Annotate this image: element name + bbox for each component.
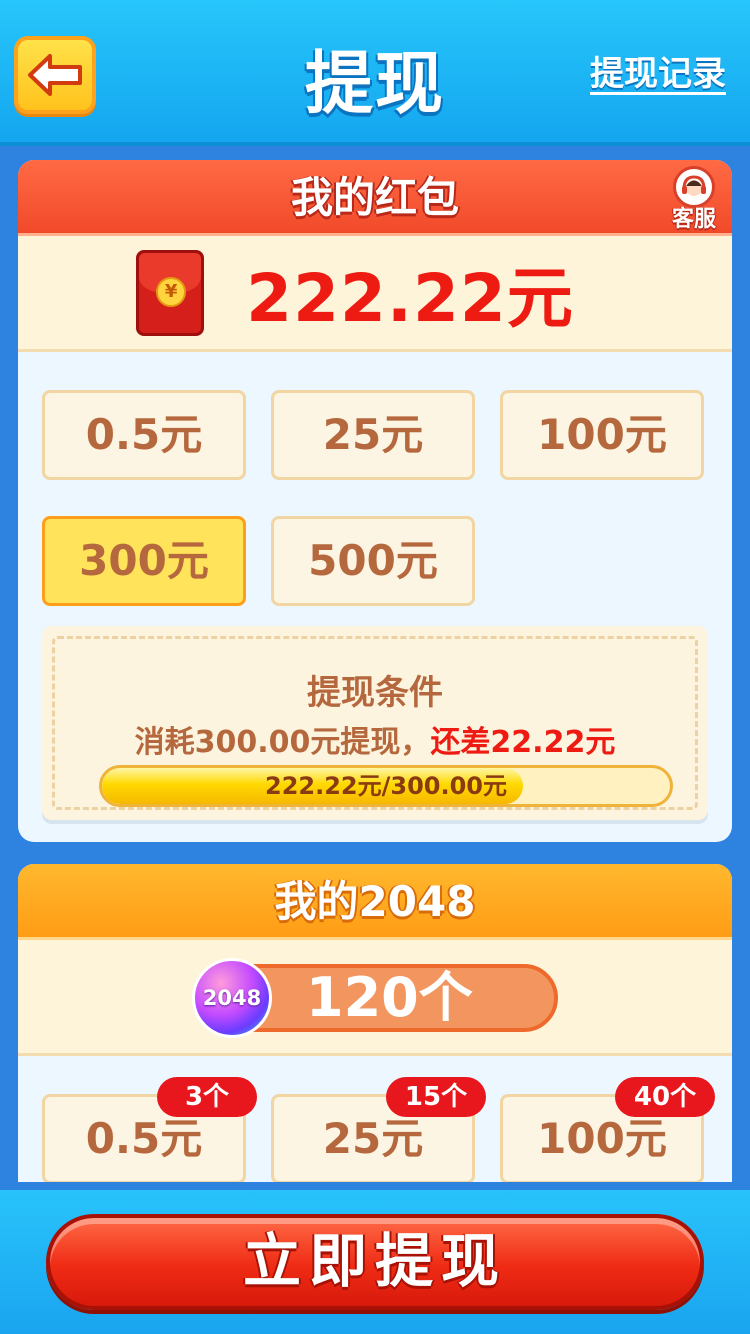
conditions-text: 消耗300.00元提现，还差22.22元: [55, 717, 695, 761]
red-packet-balance: 222.22元: [246, 259, 574, 337]
customer-service-button[interactable]: 客服: [662, 166, 726, 232]
withdraw-now-button[interactable]: 立即提现: [46, 1214, 704, 1310]
red-envelope-icon: ¥: [136, 249, 205, 336]
tiles-title: 我的2048: [274, 877, 476, 926]
tile-option-label: 25元: [322, 1114, 424, 1163]
tile-option-label: 0.5元: [85, 1114, 203, 1163]
tiles-panel: 我的2048 120个 2048 0.5元 3个 25元 15个 100元 40…: [18, 864, 732, 1182]
balance-band: ¥ 222.22元: [18, 236, 732, 352]
tile-cost-badge: 3个: [157, 1077, 257, 1117]
tile-option-1[interactable]: 25元 15个: [271, 1077, 486, 1182]
withdraw-records-link[interactable]: 提现记录: [590, 56, 726, 95]
amount-option-3[interactable]: 300元: [42, 516, 246, 606]
amount-option-label: 300元: [79, 536, 209, 585]
withdraw-progress-bar: 222.22元/300.00元: [99, 765, 673, 807]
conditions-requirement: 消耗300.00元提现，: [134, 725, 431, 760]
customer-service-label: 客服: [671, 207, 716, 232]
amount-option-0[interactable]: 0.5元: [42, 390, 246, 480]
amount-option-label: 0.5元: [85, 410, 203, 459]
yuan-coin-icon: ¥: [156, 276, 187, 307]
withdraw-conditions: 提现条件 消耗300.00元提现，还差22.22元 222.22元/300.00…: [42, 626, 708, 820]
tiles-count-band: 120个 2048: [18, 940, 732, 1056]
bottom-bar: 立即提现: [0, 1190, 750, 1334]
ball-2048-icon: 2048: [192, 958, 272, 1038]
conditions-shortfall: 还差22.22元: [430, 725, 616, 760]
tile-cost-badge: 15个: [386, 1077, 486, 1117]
tiles-header: 我的2048: [18, 864, 732, 940]
amount-option-label: 25元: [322, 410, 424, 459]
amount-option-1[interactable]: 25元: [271, 390, 475, 480]
amount-option-label: 100元: [537, 410, 667, 459]
red-packet-header: 我的红包: [18, 160, 732, 236]
red-packet-title: 我的红包: [290, 173, 459, 222]
headset-icon: [673, 166, 715, 208]
tile-cost-badge: 40个: [615, 1077, 715, 1117]
amount-option-4[interactable]: 500元: [271, 516, 475, 606]
top-bar: 提现 提现记录: [0, 0, 750, 146]
red-packet-panel: 我的红包 客服 ¥ 222.22元 0.5元 25元 100元 300元 500…: [18, 160, 732, 842]
tile-option-label: 100元: [537, 1114, 667, 1163]
amount-option-label: 500元: [308, 536, 438, 585]
tile-option-0[interactable]: 0.5元 3个: [42, 1077, 257, 1182]
amount-option-2[interactable]: 100元: [500, 390, 704, 480]
tile-option-2[interactable]: 100元 40个: [500, 1077, 715, 1182]
progress-text: 222.22元/300.00元: [265, 772, 507, 800]
conditions-title: 提现条件: [307, 673, 443, 713]
